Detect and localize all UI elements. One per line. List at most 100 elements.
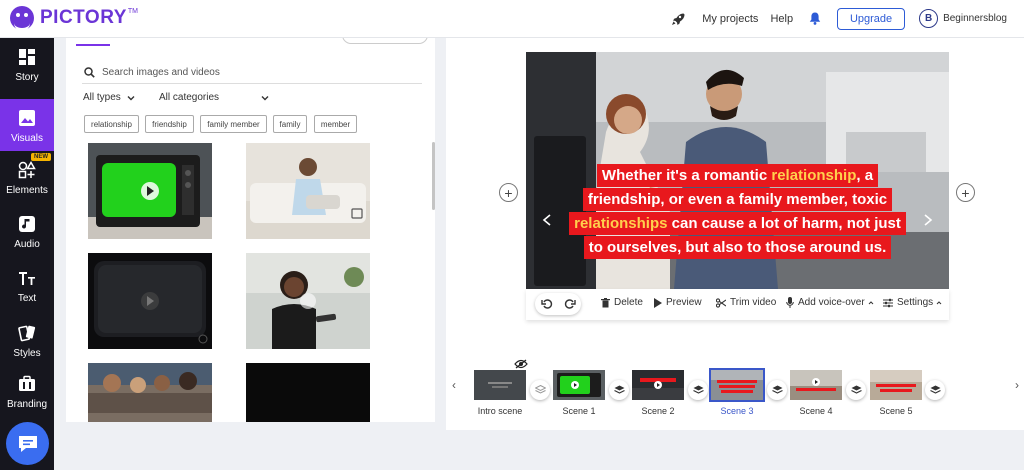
scene-label-2: Scene 2 [641,406,675,416]
scene-thumbnail-intro[interactable] [474,370,526,400]
scene-thumbnail-3[interactable] [709,368,765,402]
media-thumbnail-family-watching-tv[interactable] [88,363,212,422]
tag-chip[interactable]: family [273,115,307,133]
help-chat-button[interactable] [6,422,49,465]
sidebar-item-label: Audio [14,239,40,250]
undo-redo-group [535,293,581,315]
layers-icon [771,385,783,394]
sidebar-item-elements[interactable]: NEW Elements [0,151,54,203]
user-avatar[interactable]: B [919,9,939,28]
media-thumbnail-dark-screen[interactable] [246,363,370,422]
chevron-down-icon [261,95,269,100]
delete-button[interactable]: Delete [601,297,643,308]
preview-label: Preview [666,297,702,308]
scene-5-image [870,370,922,400]
sidebar-item-branding[interactable]: Branding [0,365,54,417]
undo-icon[interactable] [540,298,553,310]
rocket-icon[interactable] [670,11,686,27]
panel-tab-button[interactable] [342,38,428,44]
new-badge: NEW [31,153,51,161]
media-thumbnail-static-tv[interactable] [88,253,212,349]
sidebar-item-styles[interactable]: Styles [0,314,54,366]
timeline-prev-arrow-icon[interactable]: ‹ [452,378,456,392]
preview-toolbar: Delete Preview Trim video Add voice-over… [526,289,949,320]
scene-preview[interactable]: Whether it's a romantic relationship, a … [526,52,949,289]
sidebar-item-story[interactable]: Story [0,38,54,90]
family-watching-tv-image [88,363,212,422]
caption-text: friendship, or even a family member, tox… [587,191,888,208]
bell-icon[interactable] [809,12,821,25]
music-icon [19,216,35,232]
sidebar-item-visuals[interactable]: Visuals [0,99,54,151]
sidebar-item-audio[interactable]: Audio [0,205,54,257]
settings-button[interactable]: Settings [883,297,942,308]
shapes-icon [18,161,36,179]
sidebar-item-label: Styles [13,348,41,359]
help-link[interactable]: Help [770,13,793,25]
woman-on-phone-image [246,143,370,239]
tag-chip[interactable]: member [314,115,357,133]
scene-3-image [711,370,763,400]
layers-icon [850,385,862,394]
trademark-mark: TM [127,7,139,15]
sidebar-item-label: Branding [6,399,48,410]
panel-scrollbar[interactable] [432,142,435,210]
my-projects-link[interactable]: My projects [702,13,758,25]
trim-video-button[interactable]: Trim video [716,297,776,308]
caption-block[interactable]: Whether it's a romantic relationship, a … [526,164,949,260]
chat-icon [18,435,37,452]
scene-label-5: Scene 5 [879,406,913,416]
sidebar-item-label: Visuals [10,133,44,144]
upgrade-button[interactable]: Upgrade [837,7,906,30]
transition-button[interactable] [609,380,629,400]
scene-thumbnail-1[interactable] [553,370,605,400]
sidebar-item-label: Story [15,72,39,83]
caption-keyword: relationships [574,215,668,232]
sliders-icon [883,298,893,307]
type-filter-dropdown[interactable]: All types [83,92,135,103]
caption-keyword: relationship [771,167,857,184]
caption-line: friendship, or even a family member, tox… [582,188,893,211]
category-filter-dropdown[interactable]: All categories [159,92,269,103]
redo-icon[interactable] [564,298,576,310]
scene-thumbnail-5[interactable] [870,370,922,400]
delete-label: Delete [614,297,643,308]
add-voice-over-button[interactable]: Add voice-over [786,297,874,308]
sidebar-item-label: Text [17,293,37,304]
scene-thumbnail-4[interactable] [790,370,842,400]
layers-icon [534,385,546,394]
briefcase-icon [19,375,35,391]
add-scene-before-button[interactable]: + [499,183,518,202]
tag-chip[interactable]: friendship [145,115,194,133]
transition-button[interactable] [767,380,787,400]
media-search-input[interactable] [102,67,402,78]
sidebar-item-text[interactable]: Text [0,259,54,311]
tag-chip[interactable]: relationship [84,115,139,133]
media-thumbnail-woman-with-remote[interactable] [246,253,370,349]
hidden-eye-icon[interactable] [514,359,528,369]
pictory-logo[interactable]: PICTORY TM [10,6,139,31]
transition-button[interactable] [925,380,945,400]
sidebar-item-label: Elements [6,185,48,196]
user-name[interactable]: Beginnersblog [943,13,1007,24]
category-filter-value: All categories [159,92,220,103]
static-tv-image [88,253,212,349]
scissors-icon [716,297,726,308]
play-icon [654,297,662,308]
media-thumbnail-green-screen-tv[interactable] [88,143,212,239]
chevron-up-icon [868,300,874,304]
media-search-bar [82,62,422,84]
scene-label-1: Scene 1 [562,406,596,416]
tag-chip[interactable]: family member [200,115,267,133]
scene-thumbnail-2[interactable] [632,370,684,400]
media-thumbnail-woman-on-phone[interactable] [246,143,370,239]
timeline-next-arrow-icon[interactable]: › [1015,378,1019,392]
add-voice-over-label: Add voice-over [798,297,865,308]
top-bar: PICTORY TM My projects Help Upgrade B Be… [0,0,1024,38]
type-filter-value: All types [83,92,121,103]
transition-button[interactable] [846,380,866,400]
transition-button[interactable] [688,380,708,400]
add-scene-after-button[interactable]: + [956,183,975,202]
preview-button[interactable]: Preview [654,297,702,308]
transition-button[interactable] [530,380,550,400]
